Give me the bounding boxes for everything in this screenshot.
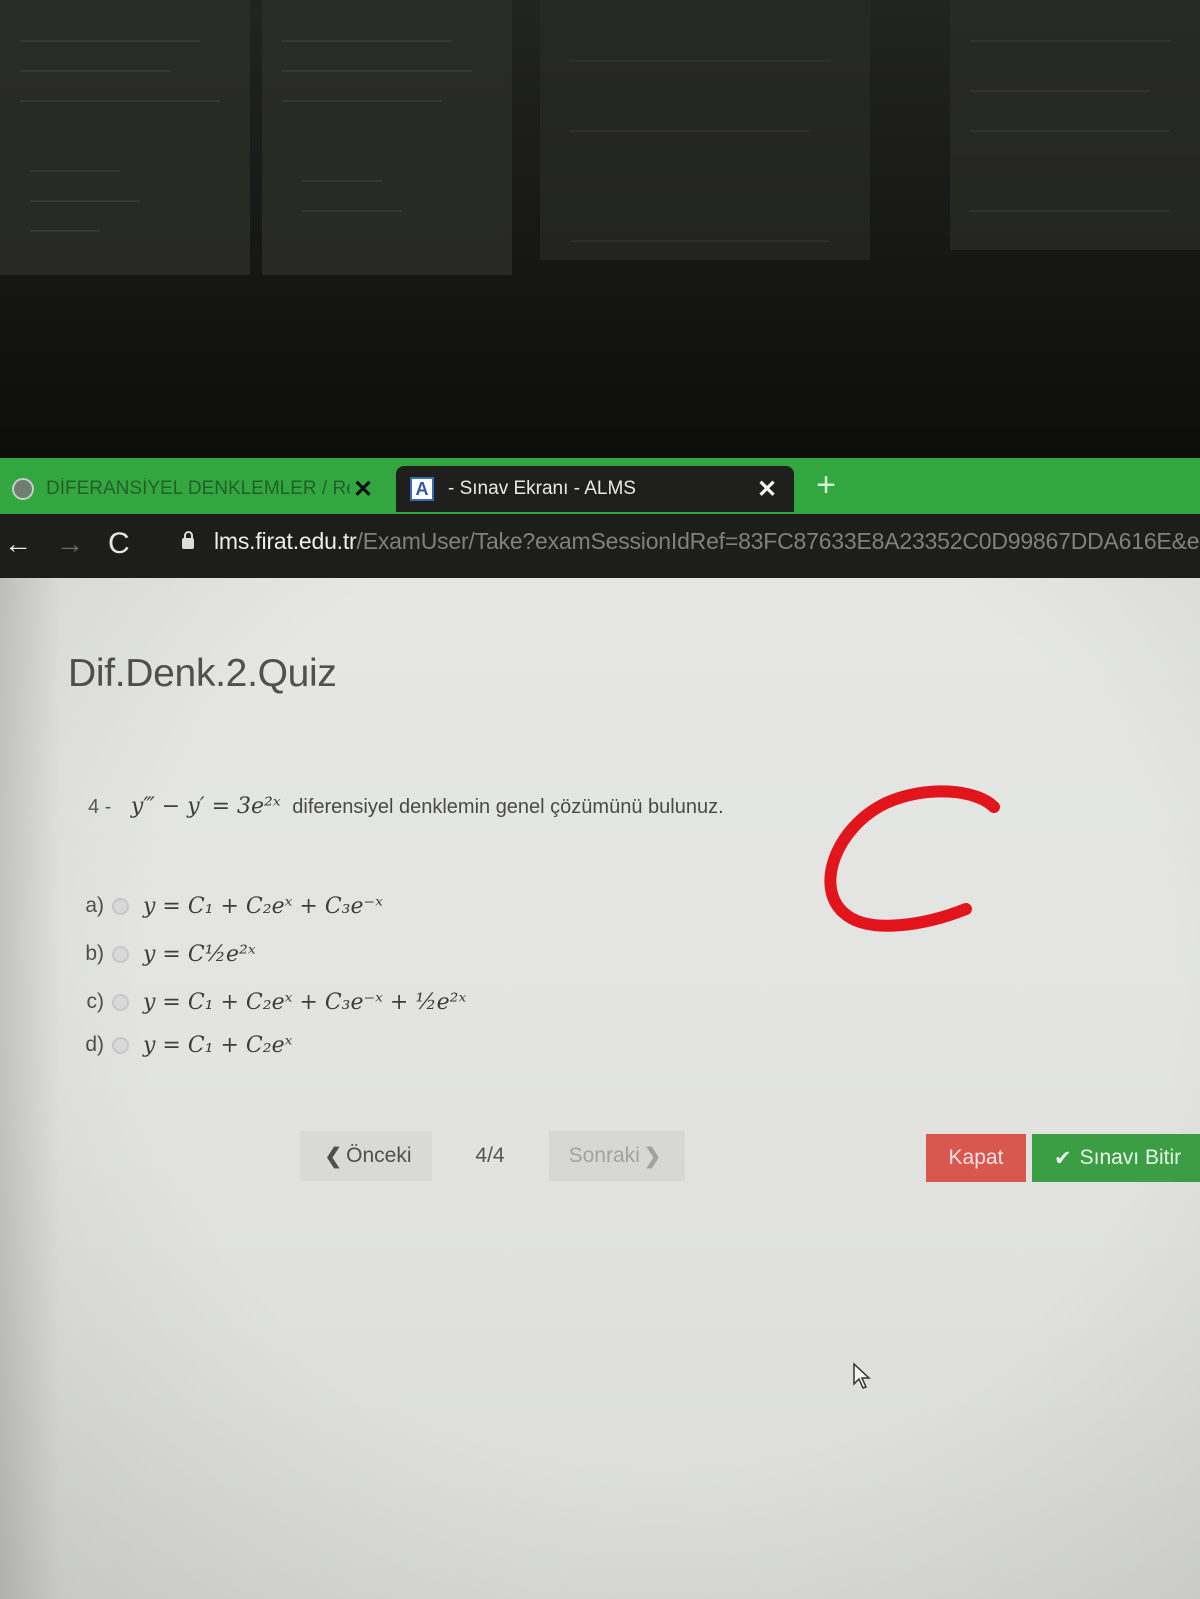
option-label: c) — [86, 990, 105, 1013]
url-host: lms.firat.edu.tr — [214, 528, 357, 554]
option-formula: y = C½e²ˣ — [143, 941, 256, 967]
close-icon[interactable]: ✕ — [754, 475, 780, 504]
option-formula: y = C₁ + C₂eˣ — [143, 1032, 293, 1058]
tab-title: DİFERANSİYEL DENKLEMLER / Re — [46, 478, 350, 499]
question-equation: y‴ − y′ = 3e²ˣ — [130, 794, 281, 819]
background-paper — [540, 0, 870, 260]
previous-button[interactable]: ❮ Önceki — [300, 1131, 432, 1181]
back-arrow-icon[interactable]: ← — [4, 528, 32, 560]
mouse-cursor-icon — [853, 1362, 871, 1389]
background-scene — [0, 0, 1200, 458]
background-paper — [950, 0, 1200, 250]
option-label: a) — [85, 894, 104, 917]
tab-title: - Sınav Ekranı - ALMS — [448, 478, 636, 499]
alms-logo-icon: A — [410, 477, 434, 501]
radio-button[interactable] — [112, 1036, 129, 1054]
option-a[interactable]: a) y = C₁ + C₂eˣ + C₃e⁻ˣ — [76, 889, 383, 923]
reload-icon[interactable]: C — [108, 528, 130, 560]
close-exam-button[interactable]: Kapat — [926, 1134, 1026, 1182]
option-formula: y = C₁ + C₂eˣ + C₃e⁻ˣ + ½e²ˣ — [143, 989, 467, 1015]
question-text: diferensiyel denklemin genel çözümünü bu… — [292, 796, 724, 818]
page-indicator: 4/4 — [440, 1131, 540, 1181]
previous-label: Önceki — [346, 1144, 412, 1167]
chevron-left-icon: ❮ — [324, 1144, 343, 1168]
question: 4 - y‴ − y′ = 3e²ˣ diferensiyel denklemi… — [88, 794, 724, 819]
radio-button[interactable] — [112, 945, 129, 963]
option-label: b) — [85, 942, 104, 965]
handwritten-c-mark — [824, 785, 1000, 932]
background-paper — [262, 0, 512, 275]
exam-page — [0, 578, 1200, 1599]
option-b[interactable]: b) y = C½e²ˣ — [76, 937, 256, 971]
next-label: Sonraki — [568, 1144, 640, 1167]
address-bar[interactable]: lms.firat.edu.tr/ExamUser/Take?examSessi… — [214, 528, 1200, 555]
browser-tab-strip: DİFERANSİYEL DENKLEMLER / Re ✕ A - Sınav… — [0, 458, 1200, 514]
new-tab-button[interactable]: + — [808, 468, 844, 504]
browser-toolbar: ← → C lms.firat.edu.tr/ExamUser/Take?exa… — [0, 514, 1200, 578]
forward-arrow-icon[interactable]: → — [56, 528, 84, 560]
background-paper — [0, 0, 250, 275]
finish-exam-button[interactable]: ✔ Sınavı Bitir — [1032, 1134, 1200, 1182]
globe-icon — [12, 478, 34, 500]
question-number: 4 - — [88, 796, 112, 818]
radio-button[interactable] — [112, 993, 129, 1011]
screen-edge-shade — [0, 578, 60, 1599]
option-d[interactable]: d) y = C₁ + C₂eˣ — [76, 1028, 292, 1062]
option-label: d) — [85, 1033, 104, 1056]
next-button[interactable]: Sonraki ❯ — [549, 1131, 685, 1181]
chevron-right-icon: ❯ — [643, 1144, 662, 1168]
tab-diferansiyel-denklemler[interactable]: DİFERANSİYEL DENKLEMLER / Re ✕ — [0, 466, 390, 512]
option-c[interactable]: c) y = C₁ + C₂eˣ + C₃e⁻ˣ + ½e²ˣ — [76, 985, 467, 1019]
option-formula: y = C₁ + C₂eˣ + C₃e⁻ˣ — [143, 893, 383, 919]
check-icon: ✔ — [1054, 1146, 1072, 1170]
lock-icon[interactable] — [182, 531, 194, 549]
url-path: /ExamUser/Take?examSessionIdRef=83FC8763… — [356, 528, 1200, 554]
tab-sinav-ekrani[interactable]: A - Sınav Ekranı - ALMS ✕ — [396, 466, 794, 512]
page-title: Dif.Denk.2.Quiz — [68, 652, 337, 695]
finish-label: Sınavı Bitir — [1079, 1146, 1182, 1169]
radio-button[interactable] — [112, 897, 129, 915]
close-icon[interactable]: ✕ — [350, 475, 376, 504]
